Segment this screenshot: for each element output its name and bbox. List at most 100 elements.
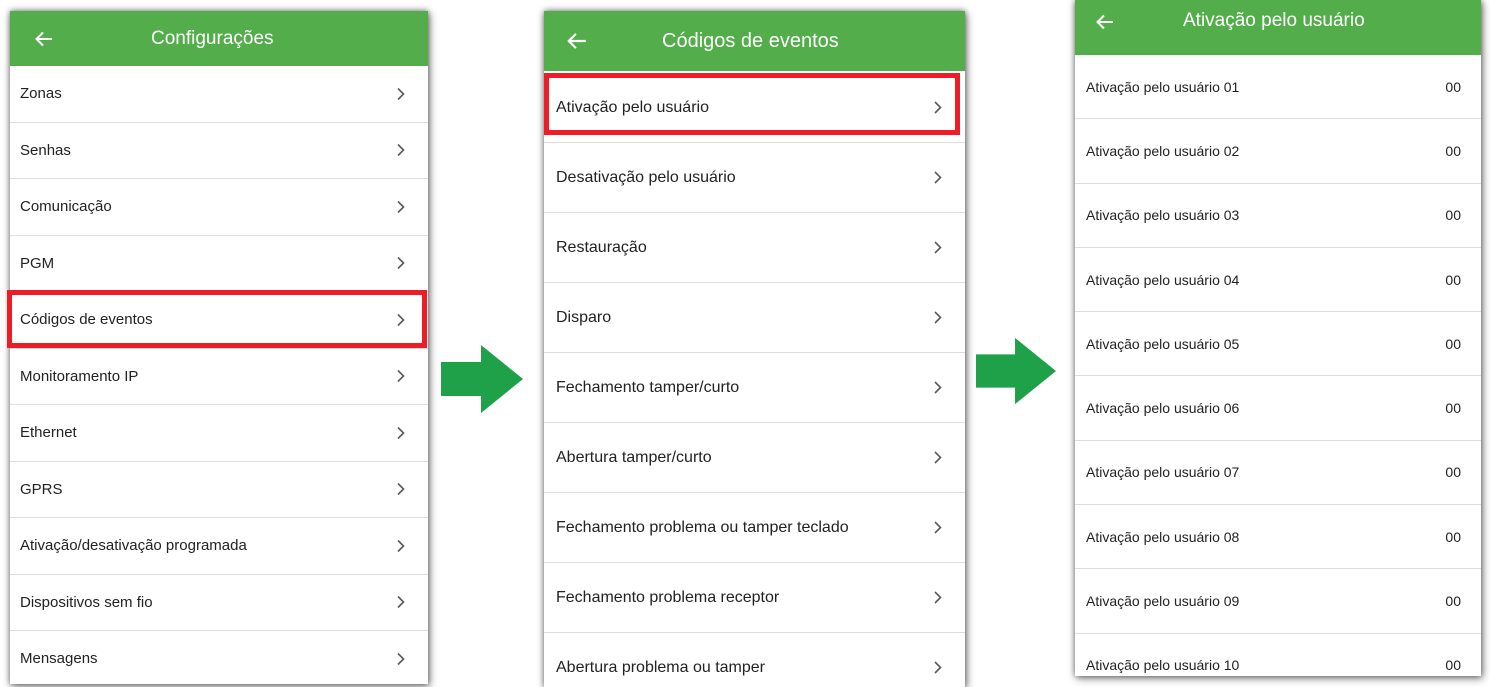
item-label: Ativação pelo usuário 01 xyxy=(1086,78,1240,95)
app-bar: Configurações xyxy=(10,11,428,66)
chevron-right-icon xyxy=(396,236,406,292)
settings-screen: Configurações Zonas Senhas Comunicação P… xyxy=(10,11,428,684)
chevron-right-icon xyxy=(933,213,943,282)
app-bar: Ativação pelo usuário xyxy=(1075,0,1481,55)
menu-item-label: Restauração xyxy=(556,238,647,256)
menu-item-pgm[interactable]: PGM xyxy=(10,236,428,292)
list-item[interactable]: Ativação pelo usuário 09 00 xyxy=(1075,569,1481,634)
menu-item-abertura-problema[interactable]: Abertura problema ou tamper xyxy=(544,633,965,687)
menu-item-label: Senhas xyxy=(20,141,71,159)
item-value: 00 xyxy=(1445,142,1461,159)
item-label: Ativação pelo usuário 04 xyxy=(1086,271,1240,288)
item-label: Ativação pelo usuário 06 xyxy=(1086,400,1240,417)
item-label: Ativação pelo usuário 02 xyxy=(1086,142,1240,159)
menu-item-label: Comunicação xyxy=(20,198,112,216)
menu-item-zonas[interactable]: Zonas xyxy=(10,66,428,123)
chevron-right-icon xyxy=(396,179,406,235)
back-arrow-icon[interactable] xyxy=(34,11,54,66)
menu-item-desativacao-usuario[interactable]: Desativação pelo usuário xyxy=(544,143,965,213)
menu-item-label: Códigos de eventos xyxy=(20,311,153,329)
list-item[interactable]: Ativação pelo usuário 03 00 xyxy=(1075,184,1481,248)
menu-item-label: Abertura problema ou tamper xyxy=(556,658,765,676)
item-value: 00 xyxy=(1445,207,1461,224)
list-item[interactable]: Ativação pelo usuário 10 00 xyxy=(1075,634,1481,676)
menu-item-label: Mensagens xyxy=(20,650,98,668)
menu-item-codigos-de-eventos[interactable]: Códigos de eventos xyxy=(10,292,428,349)
menu-item-fechamento-receptor[interactable]: Fechamento problema receptor xyxy=(544,563,965,633)
menu-item-label: Dispositivos sem fio xyxy=(20,593,153,611)
menu-item-label: GPRS xyxy=(20,480,63,498)
item-value: 00 xyxy=(1445,78,1461,95)
menu-item-ativacao-programada[interactable]: Ativação/desativação programada xyxy=(10,518,428,575)
item-label: Ativação pelo usuário 05 xyxy=(1086,335,1240,352)
menu-item-ethernet[interactable]: Ethernet xyxy=(10,405,428,462)
item-value: 00 xyxy=(1445,593,1461,610)
menu-item-fechamento-teclado[interactable]: Fechamento problema ou tamper teclado xyxy=(544,493,965,563)
item-value: 00 xyxy=(1445,400,1461,417)
chevron-right-icon xyxy=(396,631,406,684)
chevron-right-icon xyxy=(933,353,943,422)
menu-item-label: Monitoramento IP xyxy=(20,367,139,385)
item-label: Ativação pelo usuário 09 xyxy=(1086,593,1240,610)
menu-item-label: Fechamento tamper/curto xyxy=(556,378,740,396)
list-item[interactable]: Ativação pelo usuário 08 00 xyxy=(1075,505,1481,570)
menu-item-label: Ativação/desativação programada xyxy=(20,537,247,555)
page-title: Ativação pelo usuário xyxy=(1183,10,1365,31)
chevron-right-icon xyxy=(396,292,406,348)
page-title: Códigos de eventos xyxy=(662,29,839,52)
item-label: Ativação pelo usuário 08 xyxy=(1086,528,1240,545)
menu-item-senhas[interactable]: Senhas xyxy=(10,123,428,179)
right-arrow-icon xyxy=(441,345,523,413)
chevron-right-icon xyxy=(396,405,406,461)
chevron-right-icon xyxy=(933,143,943,212)
list-item[interactable]: Ativação pelo usuário 01 00 xyxy=(1075,55,1481,120)
list-item[interactable]: Ativação pelo usuário 02 00 xyxy=(1075,119,1481,184)
chevron-right-icon xyxy=(396,66,406,122)
chevron-right-icon xyxy=(396,518,406,574)
item-value: 00 xyxy=(1445,335,1461,352)
event-codes-list: Ativação pelo usuário Desativação pelo u… xyxy=(544,71,965,687)
user-activation-list: Ativação pelo usuário 01 00 Ativação pelo… xyxy=(1075,55,1481,676)
menu-item-fechamento-tamper[interactable]: Fechamento tamper/curto xyxy=(544,353,965,423)
menu-item-restauracao[interactable]: Restauração xyxy=(544,213,965,283)
settings-list: Zonas Senhas Comunicação PGM Códigos de … xyxy=(10,66,428,684)
menu-item-label: Ativação pelo usuário xyxy=(556,98,709,116)
menu-item-label: Fechamento problema receptor xyxy=(556,588,780,606)
menu-item-label: Desativação pelo usuário xyxy=(556,168,736,186)
app-bar: Códigos de eventos xyxy=(544,11,965,71)
menu-item-disparo[interactable]: Disparo xyxy=(544,283,965,353)
chevron-right-icon xyxy=(396,349,406,405)
chevron-right-icon xyxy=(396,575,406,631)
right-arrow-icon xyxy=(976,337,1056,405)
list-item[interactable]: Ativação pelo usuário 06 00 xyxy=(1075,376,1481,441)
menu-item-mensagens[interactable]: Mensagens xyxy=(10,631,428,684)
menu-item-ativacao-usuario[interactable]: Ativação pelo usuário xyxy=(544,73,965,143)
menu-item-comunicacao[interactable]: Comunicação xyxy=(10,179,428,236)
event-codes-screen: Códigos de eventos Ativação pelo usuário… xyxy=(544,11,965,687)
menu-item-label: Abertura tamper/curto xyxy=(556,448,712,466)
list-item[interactable]: Ativação pelo usuário 07 00 xyxy=(1075,441,1481,506)
user-activation-screen: Ativação pelo usuário Ativação pelo usuá… xyxy=(1075,0,1481,676)
menu-item-dispositivos-sem-fio[interactable]: Dispositivos sem fio xyxy=(10,575,428,631)
item-value: 00 xyxy=(1445,528,1461,545)
item-label: Ativação pelo usuário 10 xyxy=(1086,657,1240,674)
menu-item-label: Zonas xyxy=(20,85,62,103)
list-item[interactable]: Ativação pelo usuário 04 00 xyxy=(1075,248,1481,313)
chevron-right-icon xyxy=(396,462,406,518)
chevron-right-icon xyxy=(933,73,943,142)
menu-item-gprs[interactable]: GPRS xyxy=(10,462,428,518)
chevron-right-icon xyxy=(933,493,943,562)
list-item[interactable]: Ativação pelo usuário 05 00 xyxy=(1075,312,1481,377)
item-value: 00 xyxy=(1445,657,1461,674)
menu-item-monitoramento-ip[interactable]: Monitoramento IP xyxy=(10,349,428,405)
menu-item-label: Fechamento problema ou tamper teclado xyxy=(556,518,849,536)
item-label: Ativação pelo usuário 03 xyxy=(1086,207,1240,224)
item-value: 00 xyxy=(1445,271,1461,288)
chevron-right-icon xyxy=(933,633,943,687)
chevron-right-icon xyxy=(933,423,943,492)
back-arrow-icon[interactable] xyxy=(1095,0,1115,55)
back-arrow-icon[interactable] xyxy=(566,11,588,71)
menu-item-abertura-tamper[interactable]: Abertura tamper/curto xyxy=(544,423,965,493)
item-label: Ativação pelo usuário 07 xyxy=(1086,464,1240,481)
menu-item-label: Disparo xyxy=(556,308,612,326)
